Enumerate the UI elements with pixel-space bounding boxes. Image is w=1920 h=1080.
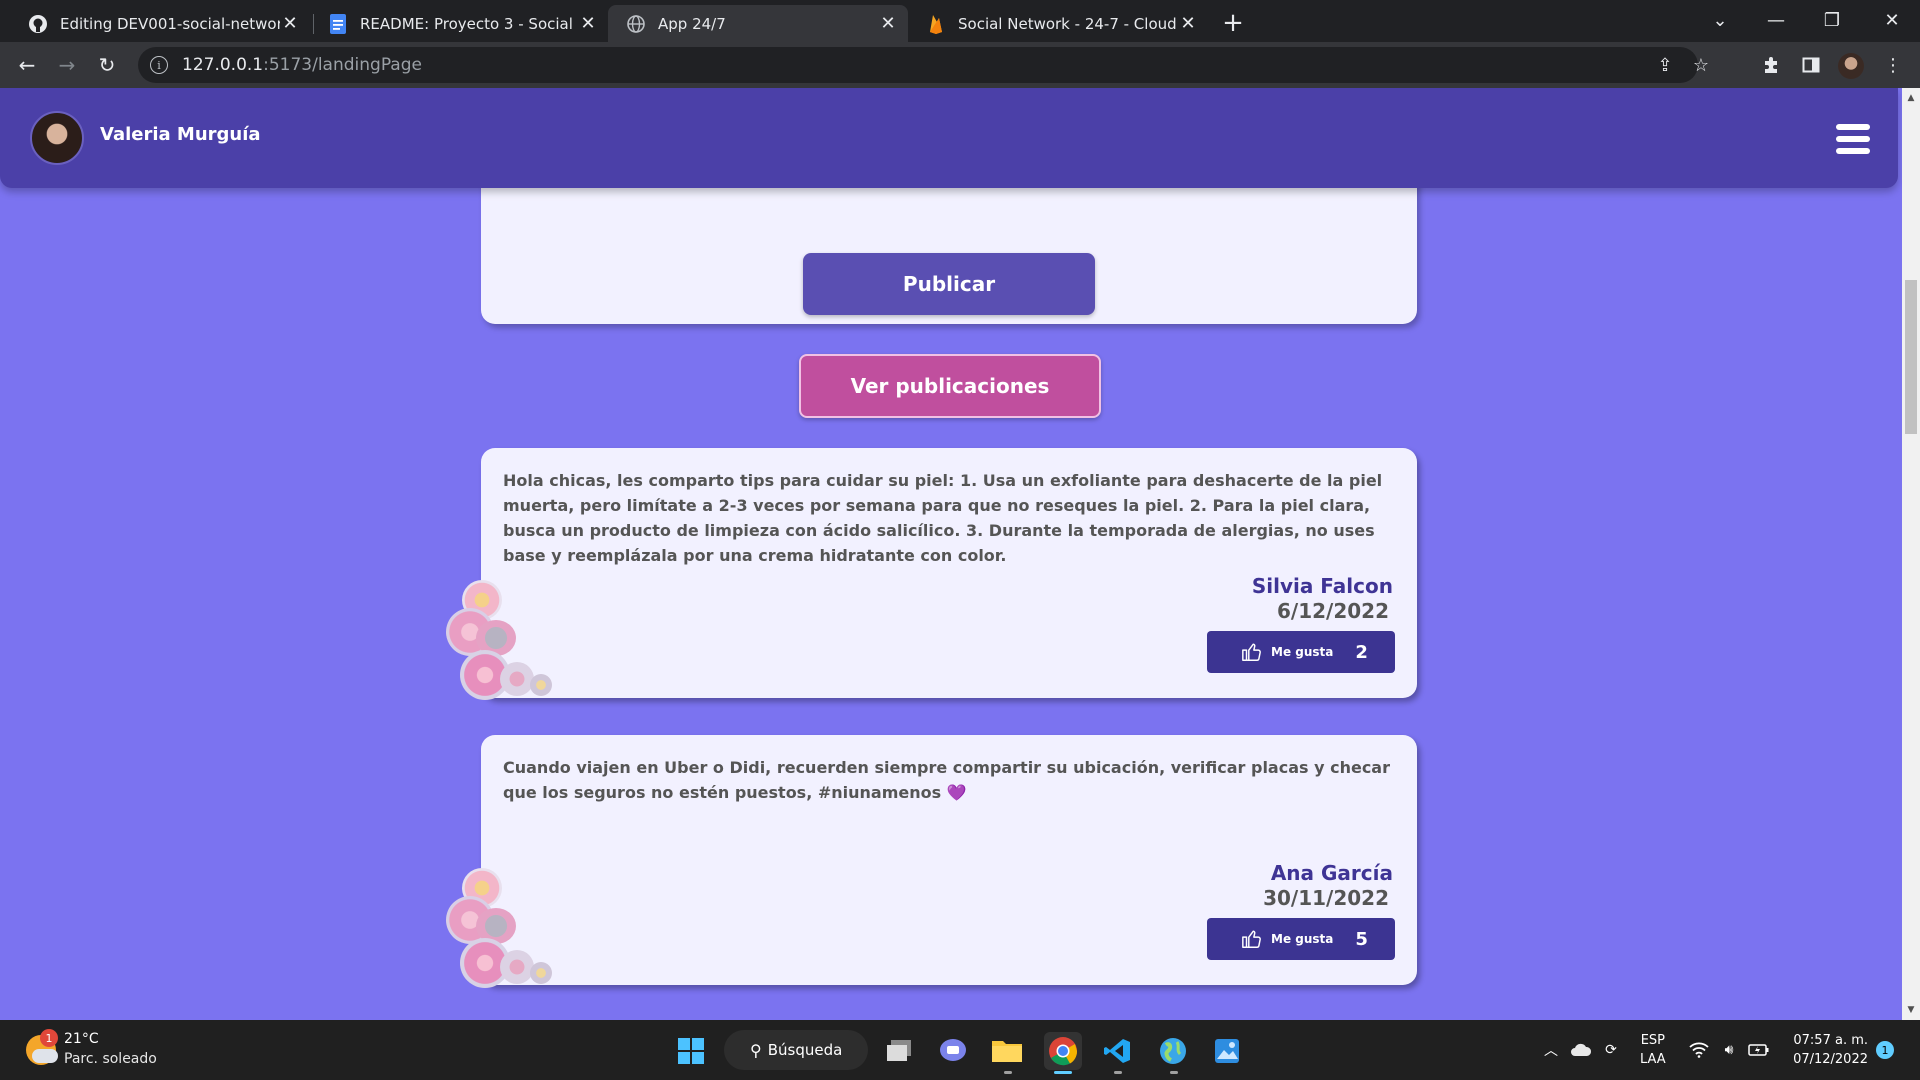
tab-title: App 24/7 [658,14,726,33]
restore-button[interactable]: ❐ [1804,0,1860,40]
github-icon [28,14,48,34]
tab-firebase-console[interactable]: Social Network - 24-7 - Cloud Fir ✕ [908,5,1208,42]
app-globe-icon[interactable] [1154,1032,1192,1070]
forward-arrow-icon[interactable]: → [52,50,82,80]
scroll-up-arrow-icon[interactable]: ▲ [1902,90,1920,106]
chevron-up-icon[interactable]: ︿ [1538,1020,1564,1080]
tab-readme-docs[interactable]: README: Proyecto 3 - Social Net ✕ [310,5,608,42]
scroll-down-arrow-icon[interactable]: ▼ [1902,1002,1920,1018]
clock-time: 07:57 a. m. [1793,1033,1868,1048]
thumbs-up-icon [1242,930,1261,948]
extensions-puzzle-icon[interactable] [1756,50,1786,80]
teams-chat-icon[interactable] [934,1032,972,1070]
post-card: Hola chicas, les comparto tips para cuid… [481,448,1417,698]
post-card: Cuando viajen en Uber o Didi, recuerden … [481,735,1417,985]
input-language[interactable]: ESP LAA [1640,1031,1666,1069]
post-author: Silvia Falcon [1251,574,1393,598]
post-text: Cuando viajen en Uber o Didi, recuerden … [503,758,1390,802]
user-name: Valeria Murguía [100,124,261,145]
view-posts-button[interactable]: Ver publicaciones [799,354,1101,418]
like-button[interactable]: Me gusta 2 [1207,631,1395,673]
app-header: Valeria Murguía [0,88,1898,188]
close-icon[interactable]: ✕ [1178,13,1198,34]
browser-toolbar: ← → ↻ i 127.0.0.1:5173/landingPage ⇪ ☆ ⋮ [0,42,1920,88]
volume-icon[interactable]: 🔊︎ [1716,1020,1742,1080]
site-info-icon[interactable]: i [150,56,168,74]
thumbs-up-icon [1242,643,1261,661]
flower-decoration [446,580,556,710]
side-panel-icon[interactable] [1796,50,1826,80]
tab-title: Social Network - 24-7 - Cloud Fir [958,14,1178,33]
weather-temperature[interactable]: 21°C [64,1031,99,1047]
system-clock[interactable]: 07:57 a. m. 07/12/2022 [1788,1031,1868,1069]
tab-app-24-7[interactable]: App 24/7 ✕ [608,5,908,42]
docs-icon [328,13,348,34]
kebab-menu-icon[interactable]: ⋮ [1878,50,1908,80]
weather-badge: 1 [40,1029,58,1047]
windows-start-icon[interactable] [672,1032,710,1070]
post-date: 30/11/2022 [1263,886,1389,910]
notification-badge[interactable]: 1 [1876,1041,1894,1059]
close-icon[interactable]: ✕ [578,13,598,34]
back-arrow-icon[interactable]: ← [12,50,42,80]
publish-button[interactable]: Publicar [803,253,1095,315]
close-icon[interactable]: ✕ [878,13,898,34]
battery-charging-icon[interactable] [1746,1020,1772,1080]
minimize-button[interactable]: — [1748,0,1804,40]
weather-description[interactable]: Parc. soleado [64,1051,157,1067]
language-code: ESP [1640,1033,1665,1048]
like-count: 2 [1355,641,1368,663]
post-date: 6/12/2022 [1276,599,1389,623]
active-indicator [1054,1071,1072,1074]
post-text: Hola chicas, les comparto tips para cuid… [503,471,1383,565]
file-explorer-icon[interactable] [988,1032,1026,1070]
close-icon[interactable]: ✕ [280,13,300,34]
like-button[interactable]: Me gusta 5 [1207,918,1395,960]
tab-title: README: Proyecto 3 - Social Net [360,14,578,33]
page-scrollbar[interactable]: ▲ ▼ [1902,88,1920,1020]
taskbar-search-label: Búsqueda [767,1041,843,1059]
clock-date: 07/12/2022 [1793,1052,1868,1067]
keyboard-layout: LAA [1640,1052,1666,1067]
search-icon: ⚲ [750,1040,762,1060]
windows-taskbar: 1 21°C Parc. soleado ⚲ Búsqueda ︿ ⟳ ESP … [0,1020,1920,1080]
like-count: 5 [1355,928,1368,950]
wifi-icon[interactable] [1686,1020,1712,1080]
bookmark-star-icon[interactable]: ☆ [1686,47,1716,83]
post-author: Ana García [1270,861,1393,885]
new-tab-button[interactable]: + [1218,8,1248,38]
globe-icon [626,14,646,34]
close-window-button[interactable]: ✕ [1864,0,1920,40]
photos-app-icon[interactable] [1208,1032,1246,1070]
reload-icon[interactable]: ↻ [92,50,122,80]
taskbar-search[interactable]: ⚲ Búsqueda [724,1030,868,1070]
scrollbar-thumb[interactable] [1905,280,1917,434]
running-indicator [1004,1071,1012,1074]
avatar[interactable] [30,111,84,165]
hamburger-menu-icon[interactable] [1836,124,1870,154]
profile-avatar-icon[interactable] [1838,53,1864,79]
like-label: Me gusta [1271,932,1334,946]
tab-github-editing[interactable]: Editing DEV001-social-network-2 ✕ [10,5,310,42]
page-viewport: Publicar Ver publicaciones Hola chicas, … [0,88,1902,1020]
sync-icon[interactable]: ⟳ [1598,1020,1624,1080]
vscode-icon[interactable] [1098,1032,1136,1070]
onedrive-cloud-icon[interactable] [1568,1020,1594,1080]
task-view-icon[interactable] [880,1032,918,1070]
flower-decoration [446,868,556,998]
chrome-icon[interactable] [1044,1032,1082,1070]
tab-title: Editing DEV001-social-network-2 [60,14,280,33]
firebase-icon [926,14,946,34]
address-bar[interactable]: i 127.0.0.1:5173/landingPage ⇪ ☆ [138,47,1709,83]
running-indicator [1170,1071,1178,1074]
like-label: Me gusta [1271,645,1334,659]
url-text[interactable]: 127.0.0.1:5173/landingPage [182,55,422,75]
browser-tab-strip: Editing DEV001-social-network-2 ✕ README… [0,0,1920,42]
running-indicator [1114,1071,1122,1074]
share-icon[interactable]: ⇪ [1650,47,1680,83]
tab-search-chevron-icon[interactable]: ⌄ [1692,0,1748,40]
